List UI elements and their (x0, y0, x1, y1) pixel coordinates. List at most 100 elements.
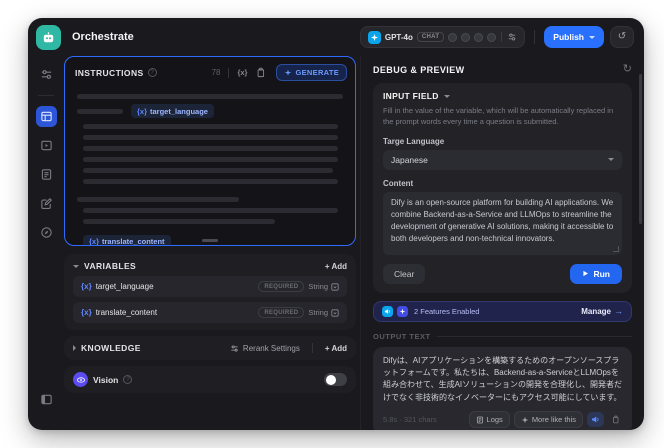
target-language-label: Targe Language (383, 136, 445, 146)
rail-orchestrate-button[interactable] (35, 106, 57, 127)
model-provider-icon (367, 30, 381, 44)
robot-icon (43, 31, 54, 42)
target-language-select[interactable]: Japanese (383, 149, 622, 170)
vision-toggle[interactable] (324, 373, 347, 386)
model-mode-badge: CHAT (416, 32, 445, 42)
knowledge-section: KNOWLEDGE Rerank Settings + Add (64, 336, 356, 360)
resize-handle[interactable] (202, 239, 218, 242)
type-icon (331, 308, 339, 317)
add-knowledge-button[interactable]: + Add (325, 344, 347, 353)
selected-option: Japanese (391, 154, 428, 165)
help-icon[interactable]: ? (123, 375, 133, 384)
variables-header[interactable]: VARIABLES + Add (73, 261, 347, 271)
rail-collapse-button[interactable] (36, 389, 57, 410)
speaker-button[interactable] (587, 412, 604, 428)
clear-button[interactable]: Clear (383, 263, 426, 284)
capability-icon-1 (448, 32, 458, 42)
redacted-text-line (83, 146, 339, 151)
resize-grip-icon[interactable] (613, 245, 619, 252)
type-badge[interactable]: String (308, 308, 339, 317)
input-field-title: INPUT FIELD (383, 91, 439, 101)
capability-icon-2 (461, 32, 471, 42)
left-rail (28, 56, 64, 430)
rail-divider (38, 95, 54, 96)
redacted-text-line (77, 94, 343, 99)
redacted-text-line (77, 108, 123, 114)
more-like-this-button[interactable]: More like this (513, 411, 583, 429)
variables-title: VARIABLES (84, 261, 137, 271)
rerank-settings-button[interactable]: Rerank Settings (230, 344, 300, 353)
history-button[interactable]: ↺ (610, 26, 634, 48)
chip-divider (501, 32, 503, 42)
variables-section: VARIABLES + Add {x} target_language REQU… (64, 254, 356, 330)
history-icon: ↺ (617, 31, 627, 42)
vision-section: Vision ? (64, 366, 356, 393)
output-divider (436, 335, 632, 337)
orchestrate-icon (40, 111, 52, 122)
chip-prefix: {x} (89, 237, 100, 246)
output-title: OUTPUT TEXT (373, 331, 431, 341)
input-field-header[interactable]: INPUT FIELD (383, 91, 622, 101)
run-button[interactable]: Run (570, 263, 622, 284)
capability-icon-3 (474, 32, 484, 42)
features-bar[interactable]: 2 Features Enabled Manage → (373, 300, 632, 322)
redacted-text-line (83, 135, 339, 140)
variable-row[interactable]: {x} translate_content REQUIRED String (73, 302, 347, 323)
features-label: 2 Features Enabled (414, 306, 480, 316)
chevron-down-icon (73, 264, 79, 268)
insert-variable-icon[interactable]: {x} (237, 68, 247, 77)
text-to-speech-feature-icon (382, 305, 393, 317)
copy-output-button[interactable] (608, 413, 622, 427)
rail-preview-button[interactable] (36, 135, 57, 156)
chevron-down-icon (443, 94, 450, 98)
instructions-body[interactable]: {x} target_language {x} translate_conten… (65, 85, 355, 246)
help-icon[interactable]: ? (147, 68, 157, 77)
rail-tune-button[interactable] (36, 64, 57, 85)
vision-label: Vision (93, 374, 119, 385)
rerank-icon (231, 344, 238, 352)
refresh-icon[interactable]: ↻ (623, 64, 632, 75)
model-params-icon[interactable] (507, 32, 517, 42)
tune-icon (41, 70, 51, 79)
sparkle-icon (521, 416, 529, 423)
variable-chip-translate-content[interactable]: {x} translate_content (83, 234, 171, 246)
monitoring-icon (40, 227, 52, 238)
app-icon[interactable] (36, 24, 61, 50)
capability-icon-4 (487, 32, 497, 42)
model-selector[interactable]: GPT-4o CHAT (359, 26, 526, 48)
rail-monitoring-button[interactable] (36, 222, 57, 243)
chevron-down-icon (589, 35, 595, 39)
play-icon (583, 270, 589, 277)
knowledge-header[interactable]: KNOWLEDGE Rerank Settings + Add (73, 343, 347, 353)
publish-button[interactable]: Publish (544, 26, 604, 48)
variable-name: translate_content (95, 308, 158, 317)
rail-logs-button[interactable] (36, 164, 57, 185)
instructions-header: INSTRUCTIONS ? 78 {x} GENERATE (65, 57, 355, 85)
manage-label: Manage (581, 306, 611, 316)
scrollbar[interactable] (639, 74, 642, 224)
redacted-text-line (83, 219, 275, 224)
add-variable-button[interactable]: + Add (325, 262, 347, 271)
redacted-text-line (83, 168, 334, 173)
output-actions: Logs More like this (468, 411, 622, 429)
variable-chip-target-language[interactable]: {x} target_language (131, 104, 214, 118)
run-label: Run (593, 268, 610, 279)
action-row: Clear Run (383, 263, 622, 284)
content-label: Content (383, 178, 414, 188)
play-window-icon (40, 140, 52, 151)
rail-annotation-button[interactable] (36, 193, 57, 214)
instructions-panel[interactable]: INSTRUCTIONS ? 78 {x} GENERATE {x} targe… (64, 56, 356, 246)
variable-row[interactable]: {x} target_language REQUIRED String (73, 276, 347, 297)
type-label: String (308, 282, 328, 291)
header: Orchestrate GPT-4o CHAT Publish ↺ (28, 18, 644, 56)
output-stats: 5.8s · 321 chars (383, 415, 437, 425)
logs-button[interactable]: Logs (468, 411, 510, 429)
output-bubble: Difyは、AIアプリケーションを構築するためのオープンソースプラットフォームで… (373, 346, 632, 430)
manage-features-button[interactable]: Manage → (581, 306, 623, 316)
type-badge[interactable]: String (308, 282, 339, 291)
content-textarea[interactable]: Dify is an open-source platform for buil… (391, 196, 614, 245)
generate-button[interactable]: GENERATE (276, 64, 347, 81)
copy-icon[interactable] (255, 67, 266, 78)
type-label: String (308, 308, 328, 317)
chevron-right-icon (73, 345, 76, 351)
